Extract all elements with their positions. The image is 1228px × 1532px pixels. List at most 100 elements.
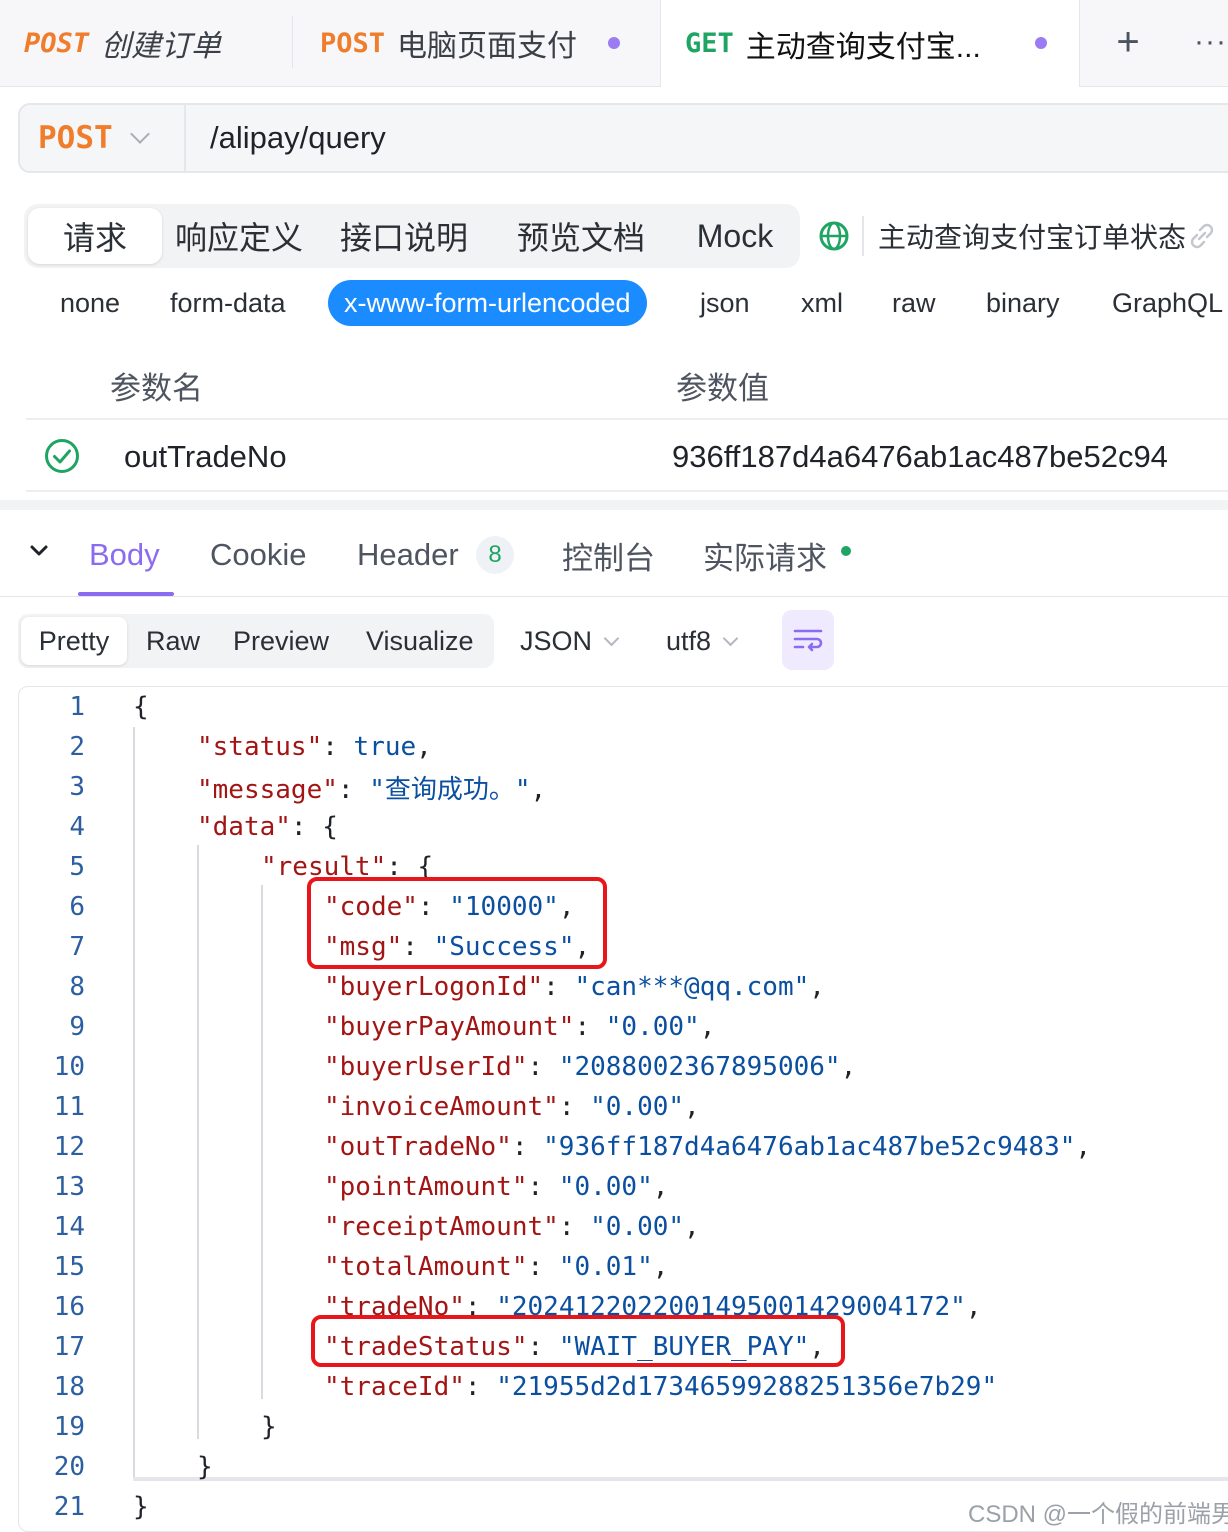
tab-console[interactable]: 控制台 (562, 530, 655, 580)
line-number: 2 (69, 732, 85, 762)
code-text: "data": { (197, 812, 338, 842)
line-number: 19 (53, 1412, 85, 1442)
body-type-graphql[interactable]: GraphQL (1112, 280, 1223, 326)
tab-actual-request[interactable]: 实际请求 (703, 530, 827, 580)
method-select[interactable]: POST (38, 105, 150, 171)
word-wrap-button[interactable] (782, 610, 834, 670)
json-value: "0.00" (558, 1172, 653, 1202)
request-tab-strip: POST 创建订单 POST 电脑页面支付 GET 主动查询支付宝... + ·… (0, 0, 1228, 87)
format-select[interactable]: JSON (520, 614, 620, 668)
line-number: 21 (53, 1492, 85, 1522)
status-dot-icon (841, 546, 851, 556)
tab-preview[interactable]: Preview (233, 614, 329, 668)
json-key: "buyerPayAmount" (324, 1012, 575, 1042)
json-value: "936ff187d4a6476ab1ac487be52c9483" (543, 1132, 1076, 1162)
link-icon[interactable] (1186, 220, 1218, 252)
divider (0, 596, 1228, 597)
code-text: "pointAmount": "0.00", (324, 1172, 669, 1202)
view-mode-tabs: Pretty Raw Preview Visualize (18, 614, 494, 668)
code-text: "buyerPayAmount": "0.00", (324, 1012, 716, 1042)
body-type-json[interactable]: json (700, 280, 750, 326)
json-value: "2088002367895006" (558, 1052, 841, 1082)
tab-api-description[interactable]: 接口说明 (330, 204, 478, 268)
json-key: "invoiceAmount" (324, 1092, 559, 1122)
code-line: 14 "receiptAmount": "0.00", (19, 1207, 1228, 1247)
tab-raw[interactable]: Raw (146, 614, 200, 668)
json-value: "21955d2d17346599288251356e7b29" (496, 1372, 998, 1402)
param-value-cell[interactable]: 936ff187d4a6476ab1ac487be52c94 (672, 432, 1168, 482)
tab-body[interactable]: Body (89, 530, 160, 580)
body-type-xml[interactable]: xml (801, 280, 843, 326)
code-line: 15 "totalAmount": "0.01", (19, 1247, 1228, 1287)
code-line: 1{ (19, 687, 1228, 727)
json-key: "data" (197, 812, 291, 842)
code-text: } (261, 1412, 277, 1442)
code-text: "invoiceAmount": "0.00", (324, 1092, 700, 1122)
tab-visualize[interactable]: Visualize (366, 614, 474, 668)
json-key: "status" (197, 732, 323, 762)
line-number: 1 (69, 692, 85, 722)
json-value: "0.00" (590, 1092, 685, 1122)
tab-header[interactable]: Header (357, 530, 459, 580)
body-type-binary[interactable]: binary (986, 280, 1060, 326)
tab-title: 主动查询支付宝... (745, 30, 981, 64)
line-number: 18 (53, 1372, 85, 1402)
response-body-editor[interactable]: 1{ 2 "status": true, 3 "message": "查询成功。",… (18, 686, 1228, 1532)
code-text: "message": "查询成功。", (197, 774, 547, 805)
code-line: 6 "code": "10000", (19, 887, 1228, 927)
add-tab-button[interactable]: + (1106, 20, 1150, 64)
tab-cookie[interactable]: Cookie (210, 530, 307, 580)
line-number: 6 (69, 892, 85, 922)
line-number: 16 (53, 1292, 85, 1322)
code-line: 18 "traceId": "21955d2d17346599288251356e… (19, 1367, 1228, 1407)
body-type-raw[interactable]: raw (892, 280, 936, 326)
check-circle-icon[interactable] (44, 438, 80, 474)
unsaved-dot-icon (608, 37, 620, 49)
line-number: 15 (53, 1252, 85, 1282)
tab-request[interactable]: 请求 (28, 208, 162, 264)
body-type-none[interactable]: none (60, 280, 120, 326)
column-header-param-value: 参数值 (676, 370, 769, 406)
watermark: CSDN @一个假的前端男 (968, 1501, 1228, 1528)
json-key: "message" (197, 774, 338, 805)
encoding-value: utf8 (666, 625, 712, 656)
line-number: 4 (69, 812, 85, 842)
plus-icon: + (1116, 19, 1140, 64)
line-number: 12 (53, 1132, 85, 1162)
chevron-down-icon[interactable] (28, 540, 50, 562)
tab-pretty[interactable]: Pretty (21, 617, 127, 665)
more-tabs-button[interactable]: ··· (1194, 20, 1228, 64)
tab-pc-page-pay[interactable]: POST 电脑页面支付 (296, 0, 658, 86)
tab-mock[interactable]: Mock (688, 204, 782, 268)
line-number: 17 (53, 1332, 85, 1362)
chevron-down-icon (603, 630, 620, 646)
code-line: 20} (19, 1447, 1228, 1487)
method-label: POST (38, 120, 113, 156)
tab-preview-doc[interactable]: 预览文档 (506, 204, 656, 268)
tab-query-alipay[interactable]: GET 主动查询支付宝... (660, 0, 1080, 87)
tab-response-definition[interactable]: 响应定义 (164, 204, 314, 268)
table-divider (26, 418, 1228, 420)
json-value: "0.00" (590, 1212, 685, 1242)
column-header-param-name: 参数名 (110, 370, 203, 406)
body-type-form-data[interactable]: form-data (170, 280, 286, 326)
json-value: "0.00" (605, 1012, 700, 1042)
globe-icon[interactable] (818, 220, 850, 252)
tab-create-order[interactable]: POST 创建订单 (0, 0, 292, 86)
code-text: } (133, 1492, 149, 1522)
line-number: 13 (53, 1172, 85, 1202)
api-name[interactable]: 主动查询支付宝订单状态 (878, 212, 1186, 260)
url-input[interactable]: /alipay/query (210, 105, 386, 171)
code-text: "receiptAmount": "0.00", (324, 1212, 700, 1242)
code-text: "buyerLogonId": "can***@qq.com", (324, 972, 825, 1002)
code-line: 10 "buyerUserId": "2088002367895006", (19, 1047, 1228, 1087)
param-name-cell[interactable]: outTradeNo (124, 432, 287, 482)
chevron-down-icon (129, 124, 150, 144)
body-type-urlencoded[interactable]: x-www-form-urlencoded (328, 280, 647, 326)
code-line: 19} (19, 1407, 1228, 1447)
encoding-select[interactable]: utf8 (666, 614, 739, 668)
json-key: "receiptAmount" (324, 1212, 559, 1242)
body-type-selector: none form-data x-www-form-urlencoded jso… (0, 280, 1228, 328)
json-key: "buyerUserId" (324, 1052, 528, 1082)
line-number: 5 (69, 852, 85, 882)
